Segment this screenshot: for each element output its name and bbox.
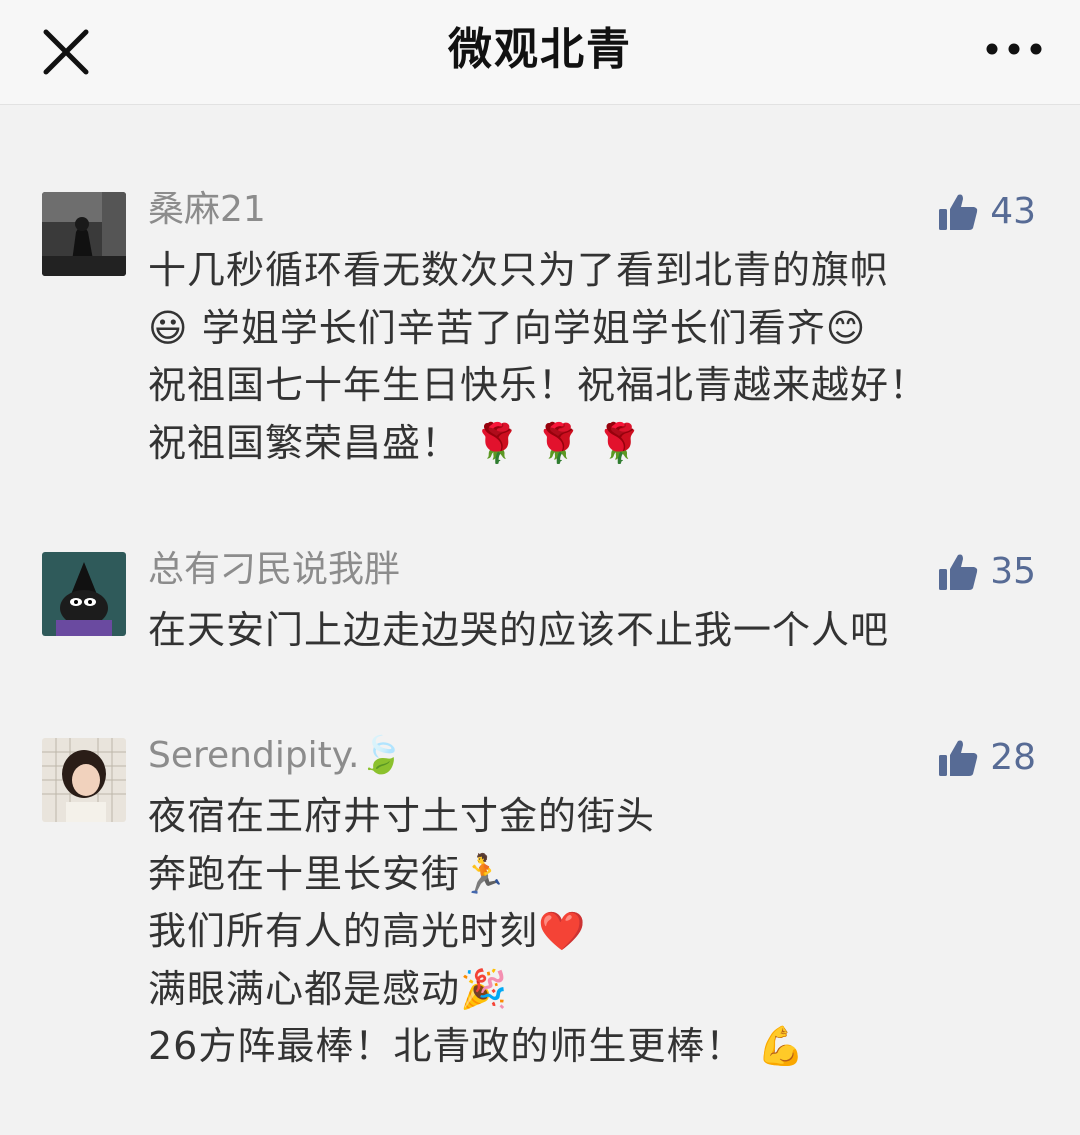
like-count: 35 — [990, 551, 1036, 592]
comment-nickname: 总有刁民说我胖 — [148, 549, 401, 590]
thumbs-up-icon — [939, 740, 978, 776]
comment-text: 在天安门上边走边哭的应该不止我一个人吧 — [148, 602, 1048, 660]
avatar[interactable] — [42, 552, 126, 636]
thumbs-up-icon — [939, 194, 978, 230]
like-count: 28 — [990, 737, 1036, 778]
like-button[interactable]: 43 — [938, 188, 1036, 236]
more-icon — [986, 43, 1042, 55]
comment-line: 😃 学姐学长们辛苦了向学姐学长们看齐😊 — [148, 305, 867, 350]
page-title: 微观北青 — [448, 24, 632, 75]
comment-line: 我们所有人的高光时刻❤️ — [148, 909, 587, 953]
thumbs-up-icon — [939, 554, 978, 590]
comment-text: 十几秒循环看无数次只为了看到北青的旗帜 😃 学姐学长们辛苦了向学姐学长们看齐😊 … — [148, 242, 1048, 472]
comment-line: 奔跑在十里长安街🏃 — [148, 851, 509, 896]
comment-line: 夜宿在王府井寸土寸金的街头 — [148, 794, 656, 838]
comment-text: 夜宿在王府井寸土寸金的街头 奔跑在十里长安街🏃 我们所有人的高光时刻❤️ 满眼满… — [148, 788, 1048, 1076]
like-button[interactable]: 35 — [938, 548, 1036, 596]
like-button[interactable]: 28 — [938, 734, 1036, 782]
top-bar: 微观北青 — [0, 0, 1080, 105]
comment-line: 祝祖国七十年生日快乐！祝福北青越来越好！ — [148, 363, 929, 407]
comment-line: 十几秒循环看无数次只为了看到北青的旗帜 — [148, 248, 890, 292]
comment-nickname: 桑麻21 — [148, 189, 266, 230]
comment-line: 在天安门上边走边哭的应该不止我一个人吧 — [148, 608, 890, 652]
avatar[interactable] — [42, 738, 126, 822]
like-count: 43 — [990, 191, 1036, 232]
comment-line: 26方阵最棒！北青政的师生更棒！ 💪 — [148, 1024, 806, 1068]
comment-nickname: Serendipity.🍃 — [148, 735, 405, 776]
comment-line: 满眼满心都是感动🎉 — [148, 966, 509, 1011]
avatar[interactable] — [42, 192, 126, 276]
comment-line: 祝祖国繁荣昌盛！ 🌹 🌹 🌹 — [148, 420, 645, 465]
more-button[interactable] — [984, 34, 1044, 64]
